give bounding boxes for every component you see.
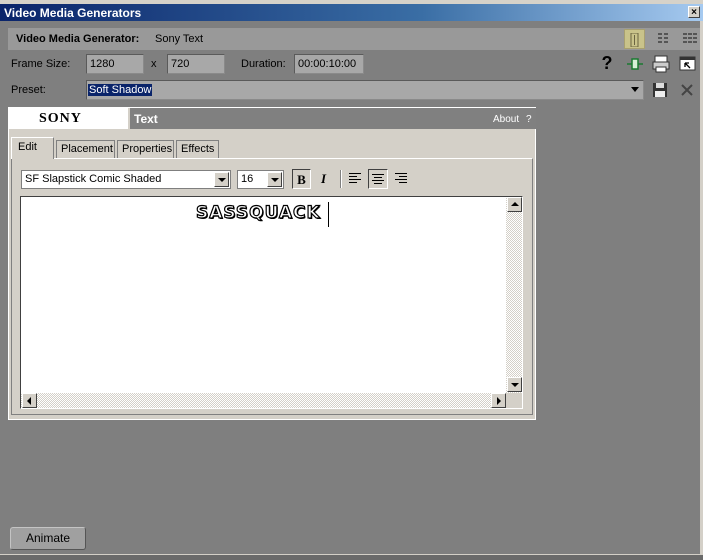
view-single-column-button[interactable] (624, 29, 645, 49)
scroll-down-button[interactable] (507, 377, 522, 392)
align-right-button[interactable] (391, 169, 411, 189)
editor-text[interactable]: SASSQUACK (195, 202, 321, 223)
help-icon[interactable]: ? (600, 53, 614, 74)
about-help-icon[interactable]: ? (526, 114, 532, 125)
scrollbar-corner (506, 393, 522, 408)
frame-size-label: Frame Size: (11, 58, 71, 70)
scroll-up-button[interactable] (507, 197, 522, 212)
tab-edit[interactable]: Edit (11, 137, 54, 159)
single-column-icon (630, 33, 639, 47)
italic-button[interactable]: I (314, 169, 333, 189)
preset-label: Preset: (11, 84, 46, 96)
duration-label: Duration: (241, 58, 286, 70)
view-two-column-button[interactable] (652, 29, 673, 49)
animate-button[interactable]: Animate (10, 527, 86, 550)
toolbar-divider (340, 170, 342, 188)
window-title: Video Media Generators (4, 6, 142, 20)
view-three-column-button[interactable] (679, 29, 700, 49)
window-mode-icon[interactable] (679, 55, 697, 73)
keyframe-icon[interactable] (626, 55, 644, 73)
plugin-title: Text (134, 112, 158, 126)
tab-properties[interactable]: Properties (117, 140, 174, 158)
window-bottom-edge (0, 554, 703, 560)
sony-logo: SONY (39, 111, 82, 126)
tab-effects[interactable]: Effects (176, 140, 219, 158)
frame-height-field[interactable]: 720 (167, 54, 225, 74)
two-column-icon (657, 33, 668, 43)
duration-field[interactable]: 00:00:10:00 (294, 54, 364, 74)
font-family-select[interactable]: SF Slapstick Comic Shaded (21, 170, 231, 189)
align-center-icon (372, 174, 384, 184)
print-icon[interactable] (652, 55, 670, 73)
align-left-button[interactable] (345, 169, 365, 189)
bold-button[interactable]: B (292, 169, 311, 189)
about-link[interactable]: About (493, 114, 519, 125)
align-center-button[interactable] (368, 169, 388, 189)
delete-preset-icon[interactable] (679, 82, 697, 100)
preset-dropdown[interactable] (86, 80, 644, 100)
text-caret (328, 202, 329, 227)
scroll-left-button[interactable] (22, 393, 37, 408)
font-chevron-down-icon[interactable] (214, 172, 229, 187)
horizontal-scrollbar[interactable] (21, 393, 506, 408)
generator-label: Video Media Generator: (16, 33, 140, 45)
plugin-title-bar (130, 108, 536, 129)
preset-chevron-down-icon[interactable] (631, 87, 639, 92)
size-chevron-down-icon[interactable] (267, 172, 282, 187)
preset-value[interactable]: Soft Shadow (88, 84, 153, 96)
close-window-button[interactable]: × (688, 6, 700, 18)
scroll-right-button[interactable] (491, 393, 506, 408)
tab-placement[interactable]: Placement (56, 140, 115, 158)
generator-name: Sony Text (155, 33, 204, 45)
save-preset-icon[interactable] (652, 82, 670, 100)
align-left-icon (349, 173, 361, 183)
text-editor[interactable] (20, 196, 523, 409)
frame-width-field[interactable]: 1280 (86, 54, 144, 74)
align-right-icon (395, 173, 407, 183)
vertical-scrollbar[interactable] (506, 197, 522, 393)
three-column-icon (682, 33, 697, 43)
frame-size-separator: x (151, 58, 157, 70)
